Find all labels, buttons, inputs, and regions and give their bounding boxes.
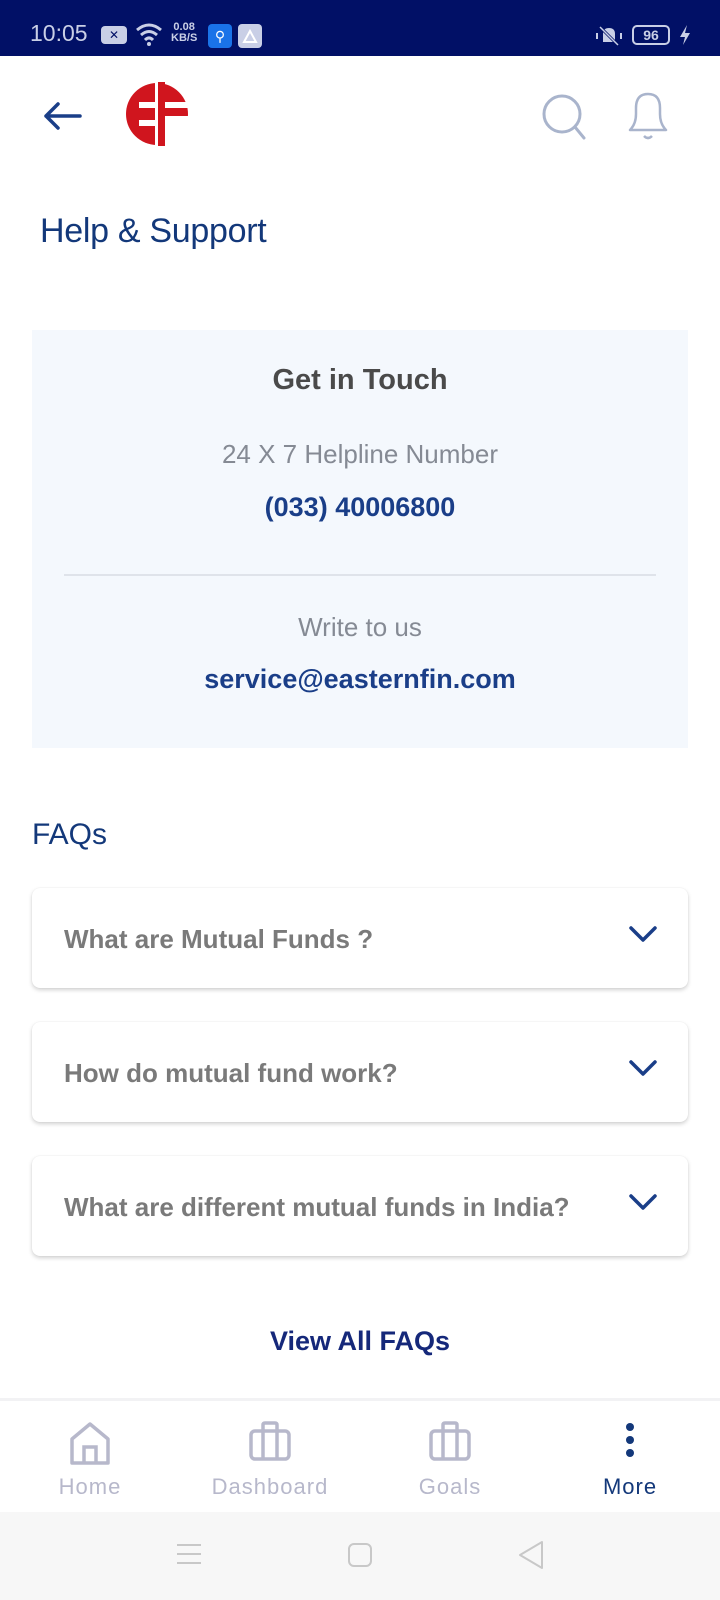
divider	[64, 574, 656, 576]
faq-item[interactable]: How do mutual fund work?	[32, 1022, 688, 1122]
back-arrow-icon	[44, 102, 82, 130]
faq-question: How do mutual fund work?	[64, 1058, 398, 1088]
brand-logo	[125, 82, 189, 146]
network-speed: 0.08 KB/S	[171, 22, 197, 44]
nav-item-goals[interactable]: Goals	[360, 1401, 540, 1515]
charging-bolt-icon	[678, 23, 692, 52]
chevron-down-icon	[629, 1194, 657, 1210]
mute-vibrate-icon	[595, 24, 623, 53]
more-vertical-icon	[626, 1423, 634, 1457]
faq-question: What are different mutual funds in India…	[64, 1192, 570, 1222]
nav-item-more[interactable]: More	[540, 1401, 720, 1515]
status-time: 10:05	[30, 20, 88, 46]
nav-label: Home	[58, 1474, 122, 1499]
usb-icon: ⚲	[208, 24, 232, 48]
nav-item-dashboard[interactable]: Dashboard	[180, 1401, 360, 1515]
get-in-touch-title: Get in Touch	[272, 364, 448, 396]
get-in-touch-card: Get in Touch 24 X 7 Helpline Number (033…	[32, 330, 688, 748]
bottom-nav: Home Dashboard Goals More	[0, 1398, 720, 1512]
recent-apps-icon[interactable]	[176, 1542, 202, 1566]
search-button[interactable]	[540, 92, 592, 144]
chevron-down-icon	[629, 1060, 657, 1076]
faqs-title: FAQs	[32, 818, 108, 851]
back-button[interactable]	[40, 98, 84, 134]
chevron-down-icon	[629, 926, 657, 942]
status-bar: 10:05 ✕ 0.08 KB/S ⚲ 96	[0, 0, 720, 56]
write-to-us-label: Write to us	[298, 612, 422, 642]
home-icon	[70, 1422, 110, 1465]
nav-label: Dashboard	[211, 1474, 329, 1499]
notification-x-icon: ✕	[101, 26, 127, 44]
helpline-number-link[interactable]: (033) 40006800	[32, 492, 688, 523]
support-email-link[interactable]: service@easternfin.com	[32, 664, 688, 695]
app-bar	[0, 56, 720, 176]
wifi-icon	[135, 22, 163, 51]
page-title: Help & Support	[40, 212, 267, 250]
faq-item[interactable]: What are different mutual funds in India…	[32, 1156, 688, 1256]
search-icon	[542, 94, 586, 140]
view-all-faqs-link[interactable]: View All FAQs	[0, 1326, 720, 1357]
network-speed-unit: KB/S	[171, 32, 198, 44]
nav-label: More	[602, 1474, 658, 1499]
faq-question: What are Mutual Funds ?	[64, 924, 374, 954]
battery-icon: 96	[632, 25, 670, 45]
notifications-button[interactable]	[624, 90, 672, 146]
briefcase-icon	[429, 1421, 471, 1461]
home-system-icon[interactable]	[347, 1542, 373, 1568]
briefcase-icon	[249, 1421, 291, 1461]
faq-item[interactable]: What are Mutual Funds ?	[32, 888, 688, 988]
helpline-label: 24 X 7 Helpline Number	[221, 439, 499, 469]
system-navigation-bar	[0, 1512, 720, 1600]
nav-item-home[interactable]: Home	[0, 1401, 180, 1515]
bell-icon	[628, 92, 668, 140]
battery-level: 96	[643, 27, 659, 43]
nav-label: Goals	[418, 1474, 482, 1499]
share-icon	[238, 24, 262, 48]
back-system-icon[interactable]	[518, 1540, 544, 1570]
